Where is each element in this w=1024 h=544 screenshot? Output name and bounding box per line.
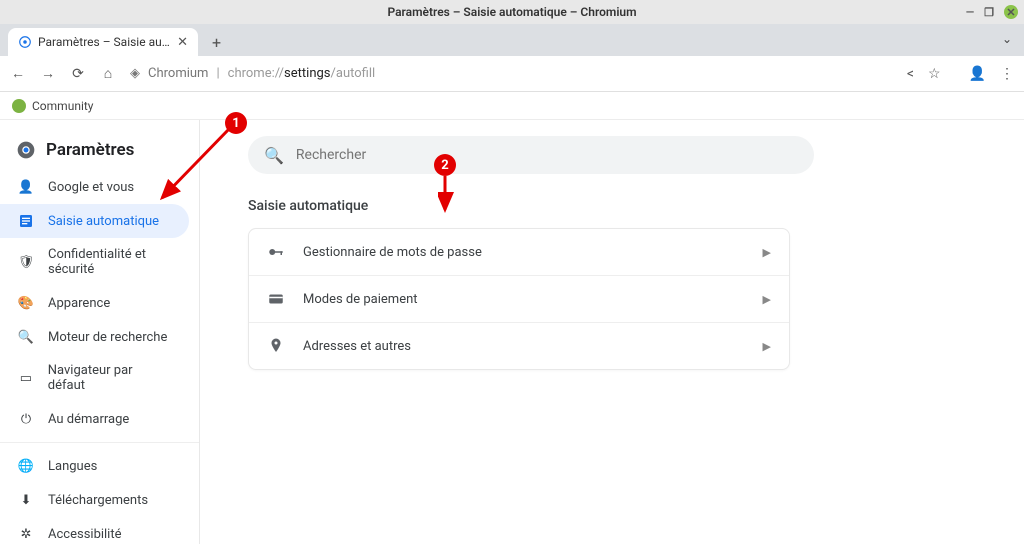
bookmarks-bar: Community <box>0 92 1024 120</box>
annotation-badge-2: 2 <box>434 154 456 176</box>
row-passwords[interactable]: Gestionnaire de mots de passe ▶ <box>249 229 789 276</box>
window-titlebar: Paramètres – Saisie automatique – Chromi… <box>0 0 1024 24</box>
sidebar-item-label: Téléchargements <box>48 493 148 508</box>
sidebar-item-label: Accessibilité <box>48 527 122 542</box>
back-button[interactable]: ← <box>10 65 26 82</box>
omnibox-url: chrome://settings/autofill <box>228 66 376 81</box>
reload-button[interactable]: ⟳ <box>70 66 86 82</box>
annotation-arrow-2 <box>438 174 454 216</box>
omnibox-host: Chromium <box>148 66 208 81</box>
omnibox[interactable]: ◈ Chromium | chrome://settings/autofill <box>130 66 893 81</box>
sidebar-item-downloads[interactable]: ⬇ Téléchargements <box>0 483 189 517</box>
settings-main: 🔍 Saisie automatique Gestionnaire de mot… <box>200 120 1024 544</box>
bookmark-star-icon[interactable]: ☆ <box>928 66 941 82</box>
bookmark-community[interactable]: Community <box>32 99 93 113</box>
share-icon[interactable]: < <box>907 66 914 82</box>
close-button[interactable]: ✕ <box>1004 5 1018 19</box>
sidebar-item-default-browser[interactable]: ▭ Navigateur par défaut <box>0 354 189 402</box>
pin-icon <box>267 337 285 355</box>
row-addresses[interactable]: Adresses et autres ▶ <box>249 323 789 369</box>
globe-icon: 🌐 <box>18 458 34 474</box>
row-label: Modes de paiement <box>303 292 418 307</box>
download-icon: ⬇ <box>18 492 34 508</box>
profile-icon[interactable]: 👤 <box>969 66 986 82</box>
sidebar-item-label: Navigateur par défaut <box>48 363 171 393</box>
browser-icon: ▭ <box>18 370 34 386</box>
bookmark-favicon <box>12 99 26 113</box>
sidebar-item-label: Apparence <box>48 296 110 311</box>
minimize-button[interactable]: — <box>966 6 974 19</box>
accessibility-icon: ✲ <box>18 526 34 542</box>
settings-search[interactable]: 🔍 <box>248 136 814 174</box>
page-title: Paramètres <box>46 140 134 160</box>
chevron-right-icon: ▶ <box>763 246 771 259</box>
search-input[interactable] <box>296 147 798 163</box>
shield-icon: 🛡 <box>18 254 34 270</box>
chromium-logo-icon <box>16 140 36 160</box>
annotation-badge-1: 1 <box>225 112 247 134</box>
sidebar-item-label: Langues <box>48 459 97 474</box>
sidebar-item-startup[interactable]: ⏻ Au démarrage <box>0 402 189 436</box>
row-payments[interactable]: Modes de paiement ▶ <box>249 276 789 323</box>
tab-settings[interactable]: Paramètres – Saisie automatique ✕ <box>8 28 198 56</box>
sidebar-item-label: Moteur de recherche <box>48 330 167 345</box>
home-button[interactable]: ⌂ <box>100 65 116 82</box>
key-icon <box>267 243 285 261</box>
sidebar-item-search[interactable]: 🔍 Moteur de recherche <box>0 320 189 354</box>
window-title: Paramètres – Saisie automatique – Chromi… <box>387 5 636 19</box>
sidebar-separator <box>0 442 199 443</box>
chevron-right-icon: ▶ <box>763 340 771 353</box>
search-icon: 🔍 <box>18 329 34 345</box>
tab-title: Paramètres – Saisie automatique <box>38 35 171 49</box>
forward-button[interactable]: → <box>40 65 56 82</box>
autofill-card: Gestionnaire de mots de passe ▶ Modes de… <box>248 228 790 370</box>
sidebar-item-languages[interactable]: 🌐 Langues <box>0 449 189 483</box>
tabs-dropdown-icon[interactable]: ⌄ <box>1002 32 1012 46</box>
maximize-button[interactable]: ❐ <box>984 6 994 19</box>
row-label: Adresses et autres <box>303 339 411 354</box>
sidebar-item-accessibility[interactable]: ✲ Accessibilité <box>0 517 189 544</box>
toolbar-right: < ☆ 👤 ⋮ <box>907 66 1014 82</box>
autofill-icon <box>18 213 34 229</box>
chevron-right-icon: ▶ <box>763 293 771 306</box>
gear-icon <box>18 35 32 49</box>
person-icon: 👤 <box>18 179 34 195</box>
tab-close-icon[interactable]: ✕ <box>177 35 188 50</box>
power-icon: ⏻ <box>18 411 34 427</box>
sidebar-item-label: Google et vous <box>48 180 134 195</box>
sidebar-item-label: Saisie automatique <box>48 214 159 229</box>
section-title: Saisie automatique <box>248 198 976 214</box>
new-tab-button[interactable]: + <box>206 29 227 56</box>
palette-icon: 🎨 <box>18 295 34 311</box>
search-icon: 🔍 <box>264 146 284 165</box>
tab-strip: Paramètres – Saisie automatique ✕ + ⌄ <box>0 24 1024 56</box>
sidebar-item-label: Confidentialité et sécurité <box>48 247 171 277</box>
sidebar-item-privacy[interactable]: 🛡 Confidentialité et sécurité <box>0 238 189 286</box>
address-bar: ← → ⟳ ⌂ ◈ Chromium | chrome://settings/a… <box>0 56 1024 92</box>
card-icon <box>267 290 285 308</box>
sidebar-item-label: Au démarrage <box>48 412 129 427</box>
menu-icon[interactable]: ⋮ <box>1000 66 1014 82</box>
sidebar-item-appearance[interactable]: 🎨 Apparence <box>0 286 189 320</box>
annotation-arrow-1 <box>150 120 240 210</box>
row-label: Gestionnaire de mots de passe <box>303 245 482 260</box>
window-controls: — ❐ ✕ <box>966 5 1018 19</box>
site-info-icon[interactable]: ◈ <box>130 66 140 81</box>
